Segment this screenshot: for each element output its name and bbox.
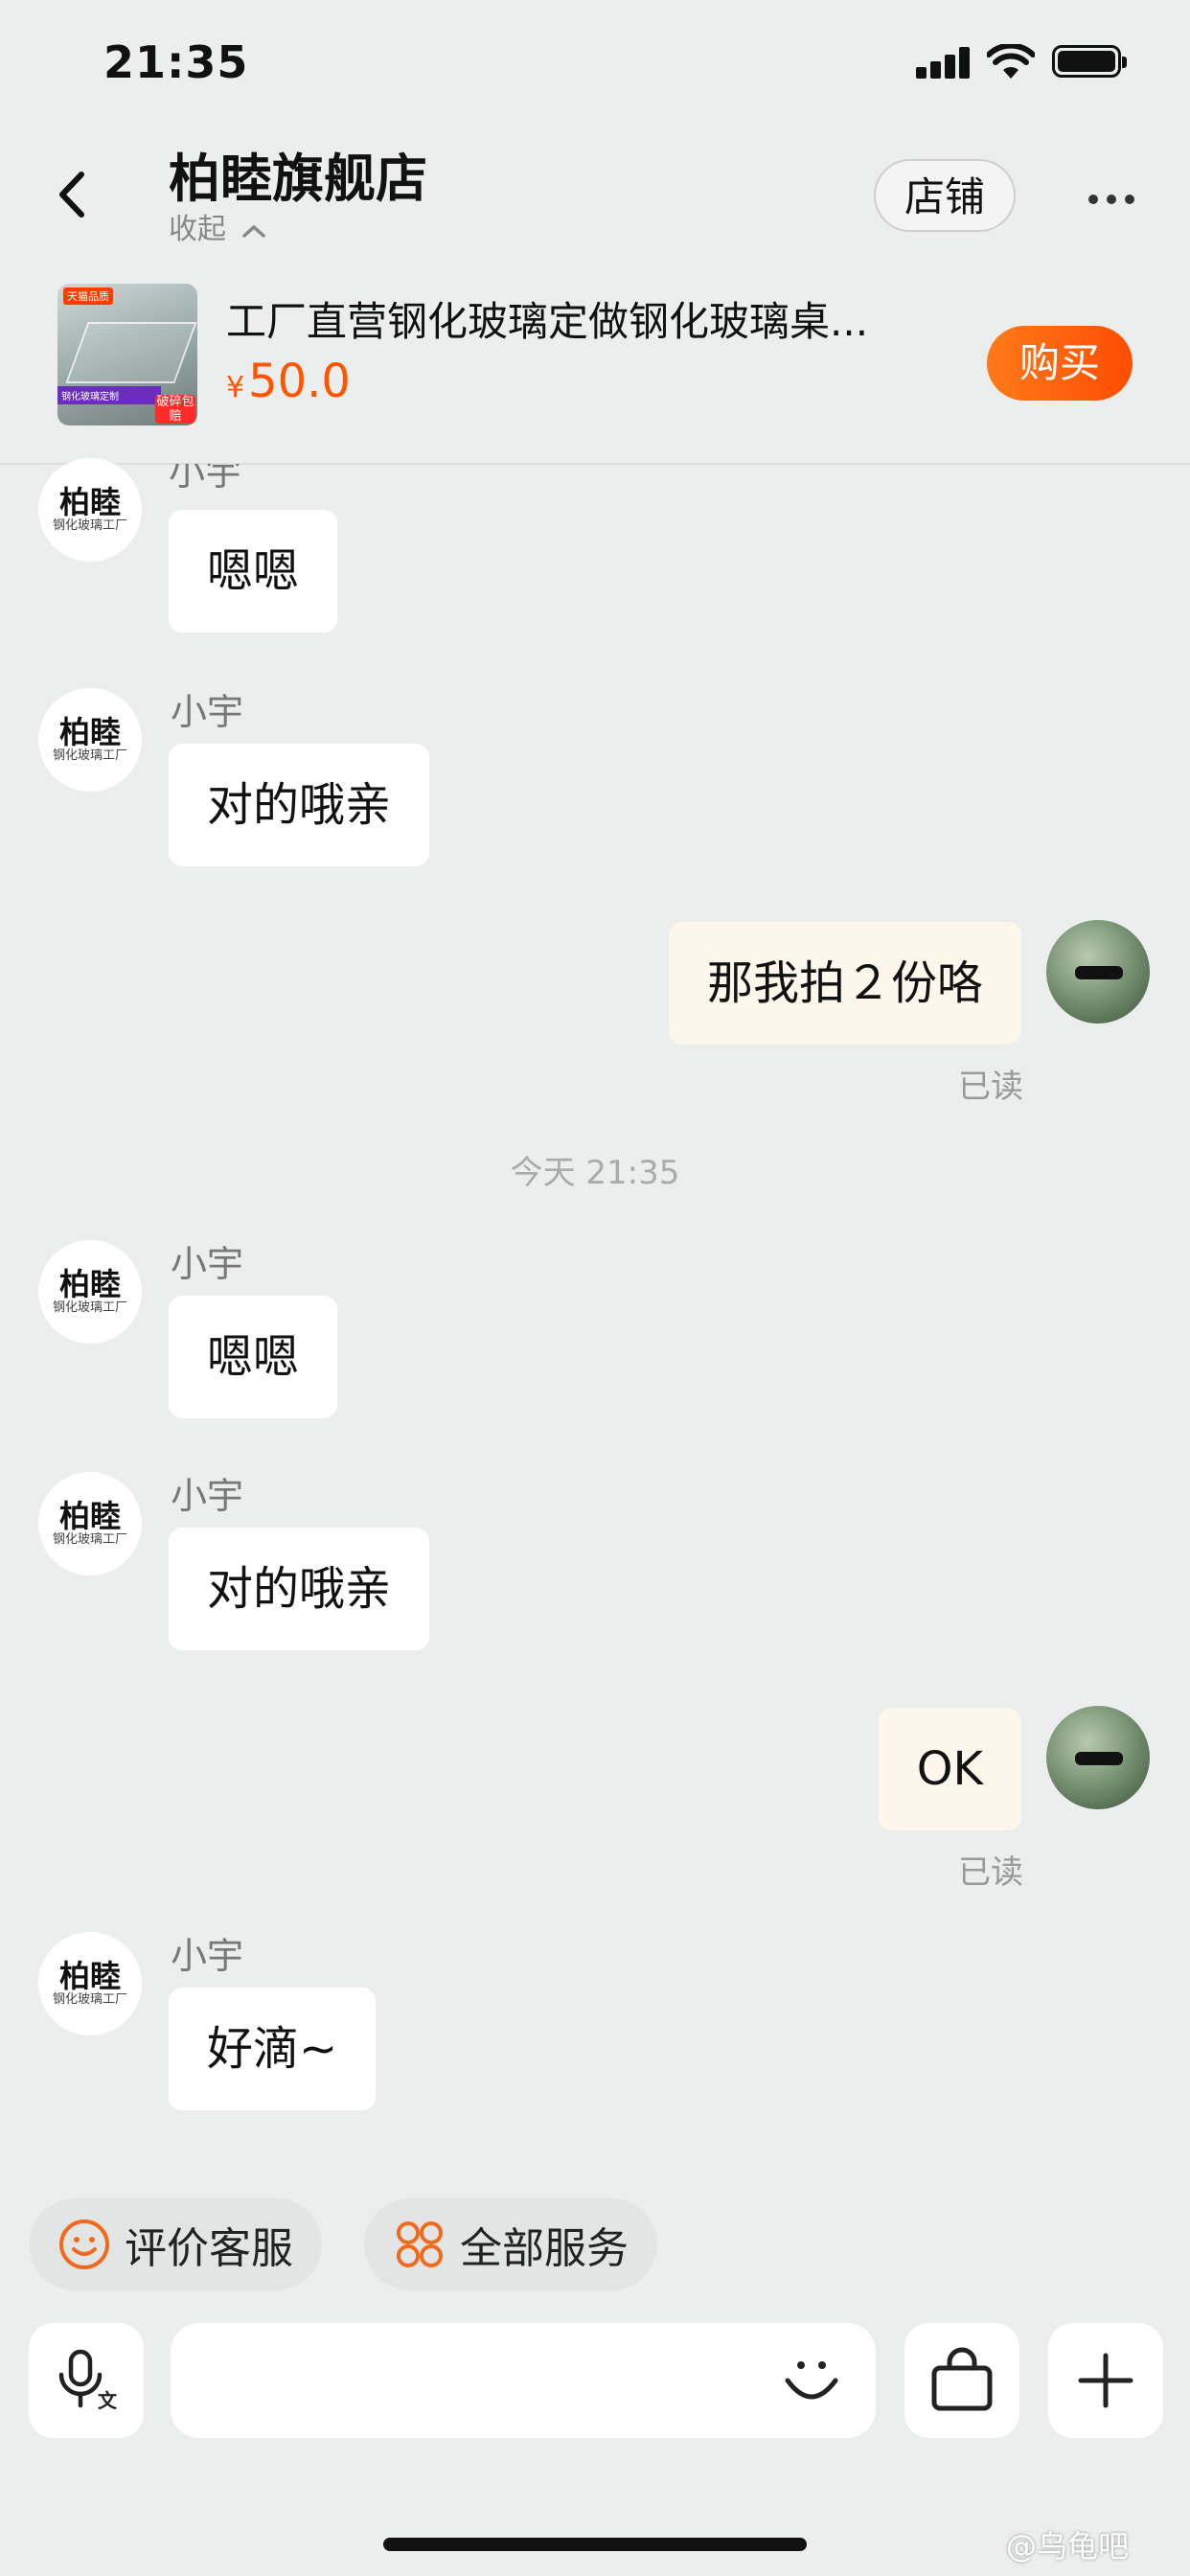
message-input[interactable] bbox=[171, 2323, 876, 2438]
watermark: @乌龟吧 bbox=[1006, 2528, 1130, 2564]
message-bubble[interactable]: 对的哦亲 bbox=[169, 744, 430, 866]
product-badge-top: 天猫品质 bbox=[63, 288, 113, 305]
shop-avatar[interactable]: 柏睦 钢化玻璃工厂 bbox=[38, 1932, 142, 2036]
collapse-toggle[interactable]: 收起 bbox=[169, 205, 266, 247]
message-bubble[interactable]: 嗯嗯 bbox=[169, 1296, 338, 1418]
product-price: ¥50.0 bbox=[226, 355, 351, 408]
collapse-label: 收起 bbox=[169, 213, 226, 246]
back-button[interactable] bbox=[53, 171, 91, 218]
more-actions-button[interactable] bbox=[1048, 2323, 1163, 2438]
all-services-label: 全部服务 bbox=[460, 2224, 629, 2273]
price-value: 50.0 bbox=[248, 355, 351, 408]
product-image[interactable]: 天猫品质 钢化玻璃定制 破碎包赔 bbox=[57, 284, 197, 426]
message-sender: 小宇 bbox=[171, 1935, 244, 1977]
home-indicator[interactable] bbox=[383, 2538, 807, 2551]
shop-title: 柏睦旗舰店 bbox=[169, 149, 427, 209]
voice-button[interactable]: 文 bbox=[29, 2323, 144, 2438]
shop-avatar[interactable]: 柏睦 钢化玻璃工厂 bbox=[38, 1240, 142, 1344]
shop-avatar[interactable]: 柏睦 钢化玻璃工厂 bbox=[38, 688, 142, 792]
message-sender: 小宇 bbox=[171, 1243, 244, 1285]
status-time: 21:35 bbox=[103, 36, 249, 88]
shop-avatar[interactable]: 柏睦 钢化玻璃工厂 bbox=[38, 458, 142, 562]
plus-icon bbox=[1078, 2353, 1133, 2408]
message-bubble[interactable]: 好滴~ bbox=[169, 1988, 377, 2110]
product-badge-bottom: 破碎包赔 bbox=[155, 395, 195, 424]
smiley-icon bbox=[57, 2218, 111, 2271]
battery-icon bbox=[1052, 45, 1127, 78]
message-sender: 小宇 bbox=[171, 1475, 244, 1517]
product-caption: 钢化玻璃定制 bbox=[57, 386, 161, 404]
rate-service-button[interactable]: 评价客服 bbox=[29, 2198, 322, 2290]
shop-avatar[interactable]: 柏睦 钢化玻璃工厂 bbox=[38, 1472, 142, 1576]
product-title[interactable]: 工厂直营钢化玻璃定做钢化玻璃桌... bbox=[226, 289, 868, 348]
rate-service-label: 评价客服 bbox=[125, 2224, 293, 2273]
chevron-up-icon bbox=[241, 224, 265, 238]
more-icon[interactable] bbox=[1088, 190, 1143, 208]
read-status: 已读 bbox=[958, 1068, 1023, 1106]
grid-icon bbox=[393, 2218, 446, 2271]
message-bubble[interactable]: 嗯嗯 bbox=[169, 510, 338, 632]
wifi-icon bbox=[987, 44, 1035, 79]
svg-text:文: 文 bbox=[98, 2389, 118, 2412]
emoji-icon[interactable] bbox=[780, 2350, 843, 2413]
message-sender: 小宇 bbox=[171, 691, 244, 733]
timestamp-divider: 今天 21:35 bbox=[510, 1154, 680, 1192]
signal-icon bbox=[916, 46, 970, 79]
message-sender: 小宇 bbox=[169, 464, 242, 493]
currency-symbol: ¥ bbox=[226, 371, 245, 404]
voice-to-text-icon: 文 bbox=[58, 2349, 118, 2412]
read-status: 已读 bbox=[958, 1853, 1023, 1892]
buy-button[interactable]: 购买 bbox=[987, 326, 1133, 401]
product-bag-button[interactable] bbox=[904, 2323, 1019, 2438]
all-services-button[interactable]: 全部服务 bbox=[364, 2198, 657, 2290]
shopping-bag-icon bbox=[931, 2347, 993, 2411]
my-message-bubble[interactable]: 那我拍２份咯 bbox=[668, 922, 1021, 1045]
shop-button[interactable]: 店铺 bbox=[874, 159, 1016, 232]
my-avatar[interactable] bbox=[1046, 1706, 1150, 1809]
message-bubble[interactable]: 对的哦亲 bbox=[169, 1528, 430, 1650]
my-avatar[interactable] bbox=[1046, 920, 1150, 1024]
my-message-bubble[interactable]: OK bbox=[878, 1708, 1021, 1830]
